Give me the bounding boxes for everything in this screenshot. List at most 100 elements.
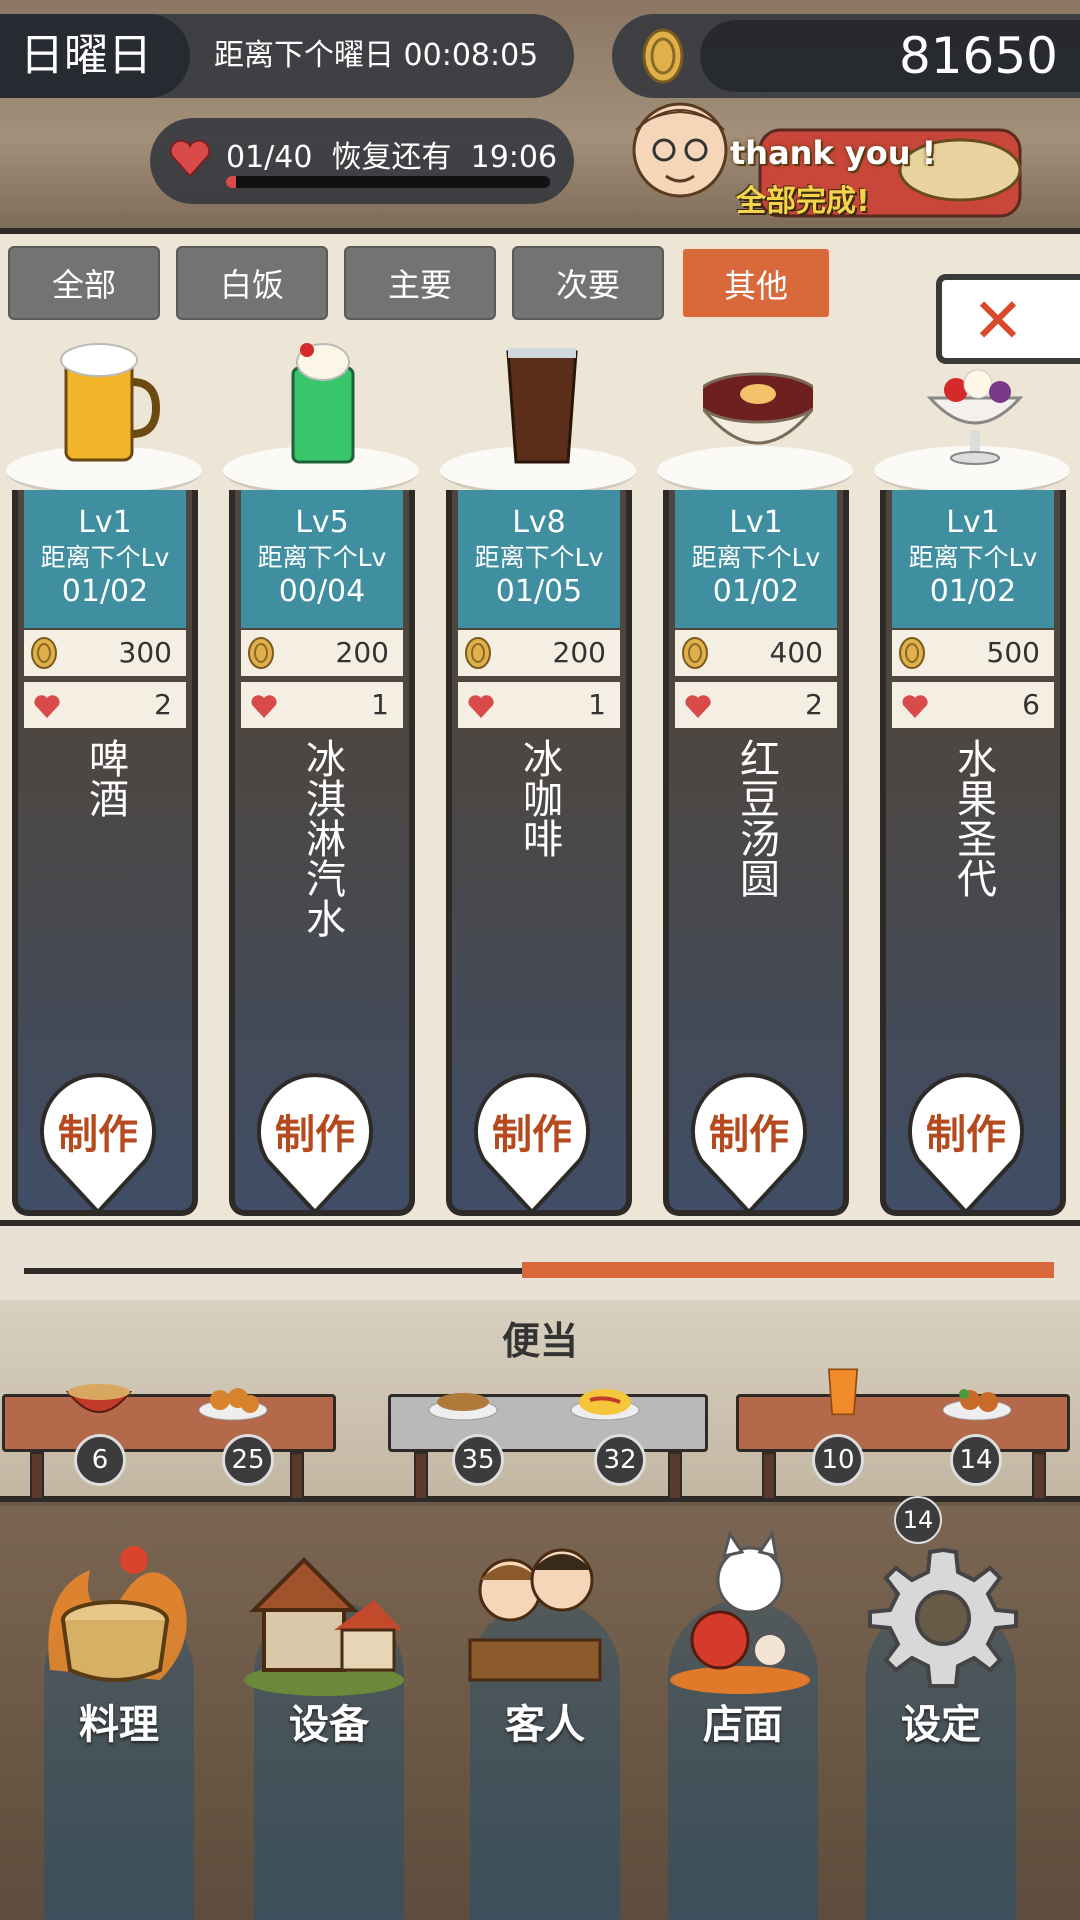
heart-value: 1 — [371, 688, 389, 721]
price: 300 — [118, 636, 172, 669]
heart-icon — [169, 139, 211, 178]
make-button[interactable]: 制作 — [253, 1102, 377, 1160]
make-button[interactable]: 制作 — [470, 1102, 594, 1160]
scroll-thumb[interactable] — [522, 1262, 1054, 1278]
price: 500 — [986, 636, 1040, 669]
recipe-name: 冰淇淋汽水 — [299, 738, 345, 938]
fruit-sundae-icon — [926, 369, 1024, 465]
level: Lv5 — [295, 505, 349, 540]
level-box: Lv1 距离下个Lv 01/02 — [24, 490, 186, 628]
tab-all[interactable]: 全部 — [8, 246, 160, 320]
recipe-name: 冰咖啡 — [516, 738, 562, 858]
level-progress: 01/05 — [495, 574, 583, 609]
cooking-pot-icon[interactable] — [30, 1530, 200, 1700]
heart-icon — [34, 695, 60, 718]
heart-recover-bar — [226, 176, 550, 188]
price: 400 — [769, 636, 823, 669]
price: 200 — [335, 636, 389, 669]
fried-dish-icon[interactable] — [198, 1376, 268, 1426]
recipe-name: 水果圣代 — [950, 738, 996, 898]
table-leg — [414, 1452, 428, 1500]
make-button[interactable]: 制作 — [687, 1102, 811, 1160]
bento-table-3 — [736, 1394, 1070, 1452]
recipe-name: 红豆汤圆 — [733, 738, 779, 898]
heart-box: 2 — [675, 682, 837, 728]
level-box: Lv8 距离下个Lv 01/05 — [458, 490, 620, 628]
nav-label-customers: 客人 — [505, 1702, 585, 1748]
tab-rice[interactable]: 白饭 — [176, 246, 328, 320]
heart-box: 1 — [458, 682, 620, 728]
nav-label-shop: 店面 — [703, 1702, 783, 1748]
heart-count: 01/40 — [226, 140, 313, 175]
heart-value: 6 — [1022, 688, 1040, 721]
fried-shrimp-icon[interactable] — [942, 1376, 1012, 1426]
coin-icon — [642, 28, 684, 84]
tab-other[interactable]: 其他 — [680, 246, 832, 320]
bento-count: 6 — [74, 1434, 126, 1486]
level-progress: 00/04 — [278, 574, 366, 609]
bento-title: 便当 — [501, 1319, 578, 1363]
bento-count: 10 — [812, 1434, 864, 1486]
next-level-label: 距离下个Lv — [40, 543, 170, 572]
make-button[interactable]: 制作 — [904, 1102, 1028, 1160]
bento-table-1 — [2, 1394, 336, 1452]
recipe-column: Lv8 距离下个Lv 01/05 200 1 冰咖啡 制作 — [446, 490, 632, 1216]
next-level-label: 距离下个Lv — [691, 543, 821, 572]
heart-value: 2 — [805, 688, 823, 721]
heart-box: 1 — [241, 682, 403, 728]
price-box: 200 — [458, 630, 620, 676]
tab-main[interactable]: 主要 — [344, 246, 496, 320]
recover-label: 恢复还有 — [331, 140, 452, 175]
heart-box: 2 — [24, 682, 186, 728]
lucky-cat-icon[interactable] — [660, 1530, 830, 1700]
juice-icon[interactable] — [808, 1366, 878, 1416]
recipe-column: Lv1 距离下个Lv 01/02 500 6 水果圣代 制作 — [880, 490, 1066, 1216]
table-leg — [30, 1452, 44, 1500]
iced-coffee-icon — [506, 348, 578, 464]
next-level-label: 距离下个Lv — [257, 543, 387, 572]
level-progress: 01/02 — [929, 574, 1017, 609]
next-level-label: 距离下个Lv — [908, 543, 1038, 572]
miso-soup-icon[interactable] — [64, 1376, 134, 1426]
level: Lv1 — [78, 505, 132, 540]
price-box: 200 — [241, 630, 403, 676]
coin-icon — [465, 637, 491, 669]
level: Lv1 — [946, 505, 1000, 540]
make-button[interactable]: 制作 — [36, 1102, 160, 1160]
day-timer: 距离下个曜日 00:08:05 — [214, 38, 539, 73]
nav-label-cooking: 料理 — [79, 1702, 159, 1748]
omurice-icon[interactable] — [570, 1376, 640, 1426]
heart-icon — [251, 695, 277, 718]
bento-count: 32 — [594, 1434, 646, 1486]
coin-icon — [31, 637, 57, 669]
banner-thank-you: thank you ! — [730, 134, 937, 172]
level-box: Lv5 距离下个Lv 00/04 — [241, 490, 403, 628]
customers-icon[interactable] — [450, 1530, 620, 1700]
heart-value: 1 — [588, 688, 606, 721]
table-leg — [762, 1452, 776, 1500]
heart-status: 01/40 恢复还有 19:06 — [226, 132, 557, 176]
heart-icon — [685, 695, 711, 718]
heart-icon — [468, 695, 494, 718]
grilled-fish-icon[interactable] — [428, 1376, 498, 1426]
bento-count: 14 — [950, 1434, 1002, 1486]
gear-icon[interactable] — [858, 1530, 1028, 1700]
price: 200 — [552, 636, 606, 669]
bento-count: 25 — [222, 1434, 274, 1486]
table-leg — [290, 1452, 304, 1500]
house-icon[interactable] — [234, 1530, 404, 1700]
heart-box: 6 — [892, 682, 1054, 728]
coin-icon — [899, 637, 925, 669]
level: Lv8 — [512, 505, 566, 540]
table-leg — [668, 1452, 682, 1500]
tab-side[interactable]: 次要 — [512, 246, 664, 320]
nav-label-equipment: 设备 — [289, 1702, 369, 1748]
recipe-column: Lv1 距离下个Lv 01/02 300 2 啤酒 制作 — [12, 490, 198, 1216]
recipe-column: Lv1 距离下个Lv 01/02 400 2 红豆汤圆 制作 — [663, 490, 849, 1216]
level-box: Lv1 距离下个Lv 01/02 — [892, 490, 1054, 628]
heart-recover-fill — [226, 176, 236, 188]
recipe-column: Lv5 距离下个Lv 00/04 200 1 冰淇淋汽水 制作 — [229, 490, 415, 1216]
cream-soda-icon — [291, 343, 355, 464]
table-leg — [1032, 1452, 1046, 1500]
coin-icon — [248, 637, 274, 669]
